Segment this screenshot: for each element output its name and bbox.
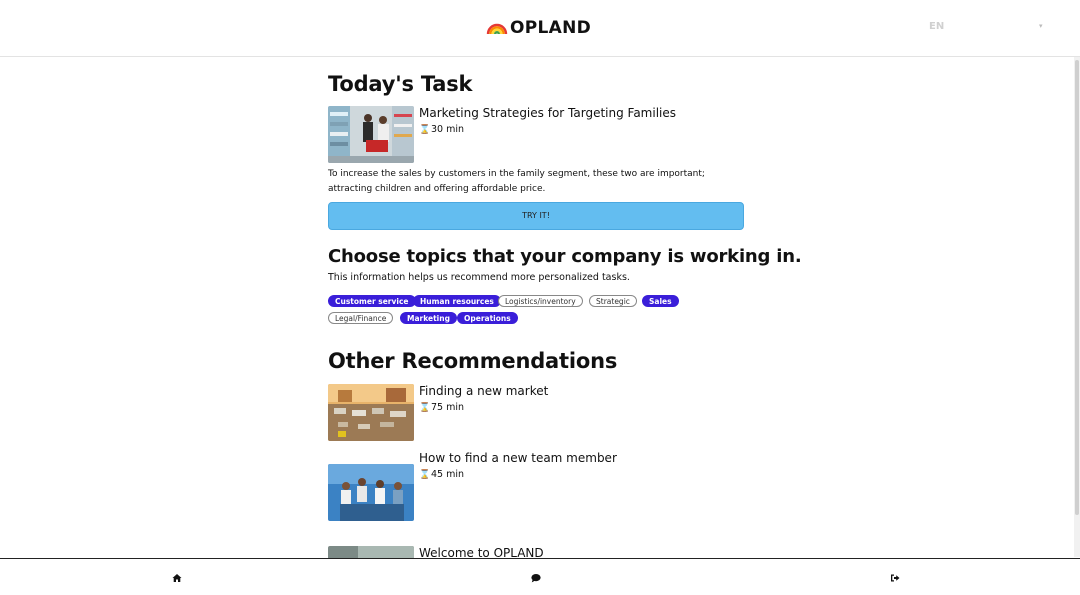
recommendation-duration: ⌛ 75 min [419, 402, 464, 413]
app-header: OPLAND EN ▾ [0, 0, 1080, 57]
topic-chip-human-resources[interactable]: Human resources [413, 295, 501, 307]
market-square-photo [328, 384, 414, 441]
recommendation-duration-value: 45 min [431, 469, 465, 480]
topic-chip-operations[interactable]: Operations [457, 312, 518, 324]
logout-icon[interactable] [890, 573, 900, 583]
other-recommendations-heading: Other Recommendations [328, 349, 618, 373]
topic-chip-strategic[interactable]: Strategic [589, 295, 637, 307]
recommendation-title[interactable]: Welcome to OPLAND [419, 546, 544, 558]
task-description-line: attracting children and offering afforda… [328, 184, 546, 194]
try-it-button[interactable]: TRY IT! [328, 202, 744, 230]
topic-chip-customer-service[interactable]: Customer service [328, 295, 416, 307]
brand-logo[interactable]: OPLAND [486, 17, 591, 39]
recommendation-card[interactable]: How to find a new team member ⌛ 45 min [328, 451, 744, 521]
welcome-photo [328, 546, 414, 558]
language-select[interactable]: EN [929, 21, 944, 32]
hourglass-icon: ⌛ [419, 124, 431, 135]
chevron-down-icon[interactable]: ▾ [1039, 22, 1043, 30]
home-icon[interactable] [172, 573, 182, 583]
todays-task-card[interactable]: Marketing Strategies for Targeting Famil… [328, 106, 744, 164]
topics-heading: Choose topics that your company is worki… [328, 246, 802, 267]
hourglass-icon: ⌛ [419, 402, 431, 413]
topic-chip-legal-finance[interactable]: Legal/Finance [328, 312, 394, 324]
recommendation-duration: ⌛ 45 min [419, 469, 464, 480]
task-description-line: To increase the sales by customers in th… [328, 169, 705, 179]
recommendation-duration-value: 75 min [431, 402, 465, 413]
topic-chip-marketing[interactable]: Marketing [400, 312, 457, 324]
topic-chip-sales[interactable]: Sales [642, 295, 679, 307]
brand-name: OPLAND [510, 18, 592, 38]
hourglass-icon: ⌛ [419, 469, 431, 480]
todays-task-heading: Today's Task [328, 72, 473, 96]
chat-icon[interactable] [531, 573, 541, 583]
bottom-navigation [0, 558, 1080, 595]
recommendation-card[interactable]: Finding a new market ⌛ 75 min [328, 384, 744, 442]
team-celebration-photo [328, 464, 414, 521]
recommendation-title[interactable]: Finding a new market [419, 384, 548, 398]
recommendation-card[interactable]: Welcome to OPLAND [328, 546, 744, 558]
task-duration-value: 30 min [431, 124, 465, 135]
family-shopping-photo [328, 106, 414, 163]
scrollbar-thumb[interactable] [1075, 60, 1079, 515]
topic-chip-logistics-inventory[interactable]: Logistics/inventory [498, 295, 583, 307]
topics-subtitle: This information helps us recommend more… [328, 272, 630, 283]
recommendation-title[interactable]: How to find a new team member [419, 451, 617, 465]
task-title[interactable]: Marketing Strategies for Targeting Famil… [419, 106, 676, 120]
task-duration: ⌛ 30 min [419, 124, 464, 135]
rainbow-icon [486, 23, 508, 35]
task-description: To increase the sales by customers in th… [328, 167, 744, 197]
